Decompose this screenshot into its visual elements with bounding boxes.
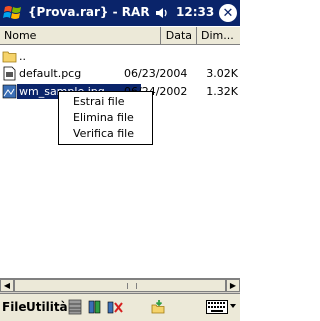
file-name: .. bbox=[19, 50, 26, 63]
books-icon[interactable] bbox=[87, 299, 103, 315]
file-size: 3.02K bbox=[206, 67, 238, 80]
file-name: default.pcg bbox=[19, 67, 82, 80]
list-item[interactable]: default.pcg 06/23/2004 3.02K bbox=[0, 65, 240, 82]
menu-file[interactable]: File bbox=[2, 300, 27, 314]
column-name-header[interactable]: Nome bbox=[0, 27, 161, 44]
speaker-icon[interactable] bbox=[154, 5, 170, 21]
command-bar: File Utilità bbox=[0, 293, 240, 321]
delete-books-icon[interactable] bbox=[107, 299, 123, 315]
keyboard-icon[interactable] bbox=[206, 300, 228, 314]
grip-icon bbox=[127, 283, 137, 289]
scroll-right-icon[interactable]: ▶ bbox=[226, 279, 240, 292]
menu-utility[interactable]: Utilità bbox=[26, 300, 68, 314]
extract-icon[interactable] bbox=[150, 299, 166, 315]
window-title: {Prova.rar} - RAR bbox=[28, 5, 150, 19]
chevron-down-icon[interactable] bbox=[230, 304, 236, 308]
menu-item-verify[interactable]: Verifica file bbox=[59, 126, 152, 142]
menu-item-delete[interactable]: Elimina file bbox=[59, 110, 152, 126]
file-list: .. default.pcg 06/23/2004 3.02K wm_sampl… bbox=[0, 45, 240, 278]
image-file-icon bbox=[2, 84, 17, 99]
scroll-thumb[interactable] bbox=[14, 279, 226, 292]
close-button[interactable]: ✕ bbox=[219, 4, 237, 22]
close-icon: ✕ bbox=[222, 5, 234, 21]
file-icon bbox=[3, 66, 16, 81]
title-bar: {Prova.rar} - RAR 12:33 ✕ bbox=[0, 0, 240, 26]
scroll-left-icon[interactable]: ◀ bbox=[0, 279, 14, 292]
horizontal-scrollbar[interactable]: ◀ ▶ bbox=[0, 278, 240, 293]
windows-start-icon[interactable] bbox=[2, 2, 24, 24]
column-size-header[interactable]: Dim... bbox=[197, 27, 240, 44]
context-menu: Estrai file Elimina file Verifica file bbox=[58, 91, 153, 145]
clock[interactable]: 12:33 bbox=[176, 5, 214, 19]
list-item[interactable]: .. bbox=[0, 48, 240, 65]
folder-icon bbox=[2, 51, 17, 63]
file-date: 06/23/2004 bbox=[124, 67, 188, 80]
archive-icon[interactable] bbox=[67, 299, 83, 315]
file-size: 1.32K bbox=[206, 85, 238, 98]
column-date-header[interactable]: Data bbox=[161, 27, 197, 44]
column-header: Nome Data Dim... bbox=[0, 27, 240, 45]
menu-item-extract[interactable]: Estrai file bbox=[59, 94, 152, 110]
